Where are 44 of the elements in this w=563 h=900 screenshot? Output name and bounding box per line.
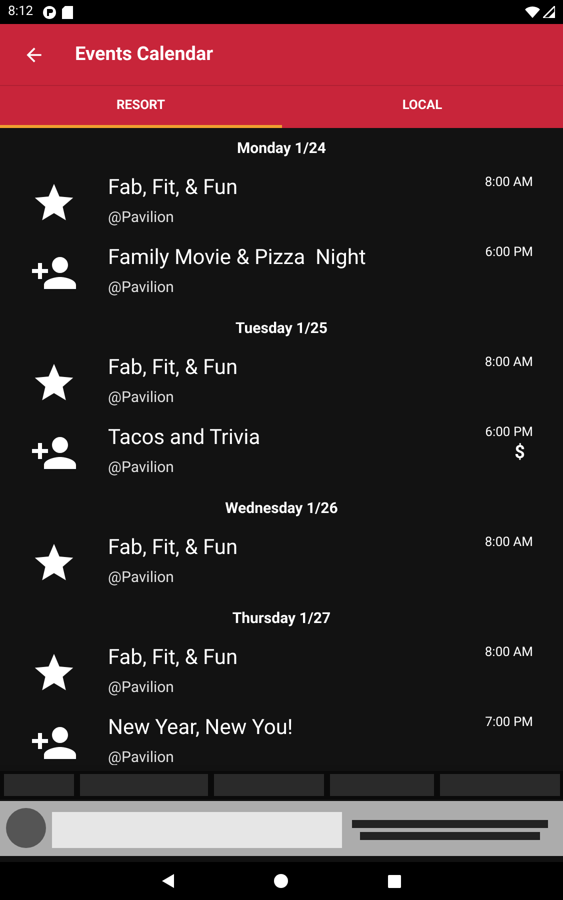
tab[interactable]: RESORT <box>0 86 282 128</box>
sd-card-icon <box>62 6 74 18</box>
event-title: Tacos and Trivia <box>108 425 262 452</box>
date-heading: Wednesday 1/26 <box>225 498 338 519</box>
home-icon[interactable] <box>274 874 288 888</box>
event-title: Fab, Fit, & Fun <box>108 355 239 382</box>
date-heading: Tuesday 1/25 <box>236 318 328 339</box>
event-location: @Pavilion <box>108 677 175 698</box>
event-row[interactable]: Fab, Fit, & Fun @Pavilion 8:00 AM <box>0 348 563 418</box>
app-title: Events Calendar <box>75 41 214 68</box>
event-location: @Pavilion <box>108 567 175 588</box>
event-row[interactable]: Tacos and Trivia @Pavilion 6:00 PM $ <box>0 418 563 488</box>
date-heading: Thursday 1/27 <box>232 608 331 629</box>
event-location: @Pavilion <box>108 457 175 478</box>
wifi-icon <box>525 6 540 18</box>
back-icon[interactable] <box>162 874 174 888</box>
event-row[interactable]: New Year, New You! @Pavilion 7:00 PM <box>0 708 563 765</box>
event-location: @Pavilion <box>108 387 175 408</box>
event-row[interactable]: Fab, Fit, & Fun @Pavilion 8:00 AM <box>0 168 563 238</box>
event-time: 7:00 PM <box>485 714 533 732</box>
event-title: Fab, Fit, & Fun <box>108 535 239 562</box>
event-title: Family Movie & Pizza Night <box>108 245 367 272</box>
event-row[interactable]: Fab, Fit, & Fun @Pavilion 8:00 AM <box>0 528 563 598</box>
event-location: @Pavilion <box>108 207 175 228</box>
event-row[interactable]: Fab, Fit, & Fun @Pavilion 8:00 AM <box>0 638 563 708</box>
price: $ <box>514 442 525 464</box>
event-row[interactable]: Family Movie & Pizza Night @Pavilion 6:00 PM <box>0 238 563 308</box>
clock: 8:12 <box>8 3 34 22</box>
event-time: 8:00 AM <box>484 354 533 372</box>
event-time: 8:00 AM <box>484 644 533 662</box>
recents-icon[interactable] <box>388 874 401 888</box>
tab[interactable]: LOCAL <box>282 86 563 128</box>
event-time: 6:00 PM <box>485 244 533 262</box>
event-location: @Pavilion <box>108 277 175 298</box>
event-title: Fab, Fit, & Fun <box>108 175 239 202</box>
event-location: @Pavilion <box>108 747 175 765</box>
event-title: Fab, Fit, & Fun <box>108 645 239 672</box>
event-title: New Year, New You! <box>108 715 294 742</box>
event-time: 8:00 AM <box>484 174 533 192</box>
event-time: 8:00 AM <box>484 534 533 552</box>
signal-icon <box>543 6 555 18</box>
notification-icon <box>43 6 56 18</box>
date-heading: Monday 1/24 <box>236 138 326 159</box>
event-time: 6:00 PM <box>485 424 533 442</box>
